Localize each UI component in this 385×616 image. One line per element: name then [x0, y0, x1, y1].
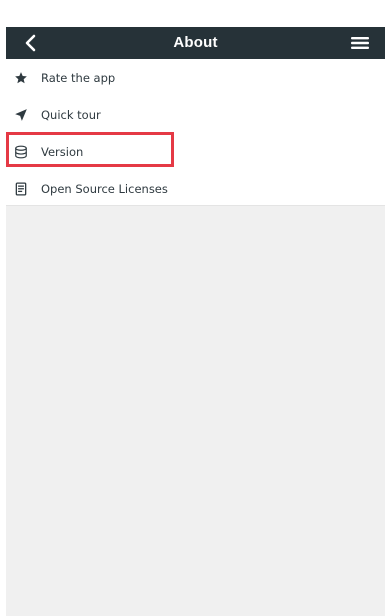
- about-screen: About Rate the app Quick tour Version Op…: [0, 0, 385, 616]
- menu-item-rate-the-app[interactable]: Rate the app: [6, 59, 385, 96]
- status-bar-area: [0, 0, 385, 27]
- empty-content-area: [6, 205, 385, 616]
- menu-item-quick-tour[interactable]: Quick tour: [6, 96, 385, 133]
- menu-item-label: Version: [41, 144, 84, 159]
- send-arrow-icon: [13, 107, 29, 123]
- app-bar: About: [6, 27, 385, 59]
- menu-item-label: Open Source Licenses: [41, 181, 168, 196]
- menu-item-open-source-licenses[interactable]: Open Source Licenses: [6, 170, 385, 207]
- menu-item-label: Rate the app: [41, 70, 116, 85]
- back-button[interactable]: [17, 29, 43, 57]
- document-list-icon: [13, 181, 29, 197]
- hamburger-menu-icon: [351, 37, 369, 49]
- menu-button[interactable]: [347, 30, 373, 56]
- page-title: About: [173, 34, 218, 51]
- chevron-left-icon: [25, 34, 36, 52]
- menu-item-version[interactable]: Version: [6, 133, 385, 170]
- menu-item-label: Quick tour: [41, 107, 101, 122]
- about-menu-list: Rate the app Quick tour Version Open Sou…: [6, 59, 385, 207]
- layers-icon: [13, 144, 29, 160]
- star-icon: [13, 70, 29, 86]
